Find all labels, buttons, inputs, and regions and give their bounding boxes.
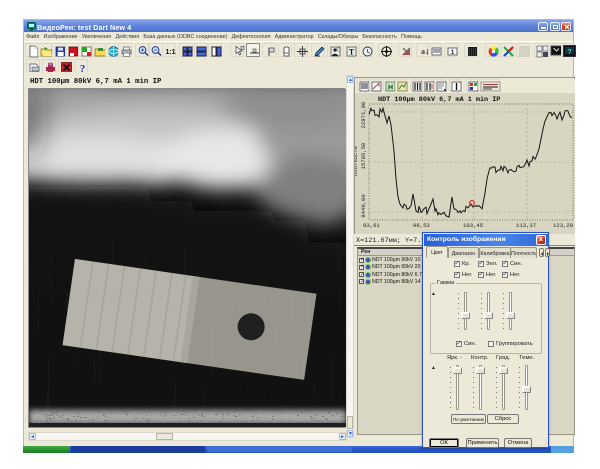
svg-text:98,53: 98,53 [413,222,430,229]
svg-text:123,29: 123,29 [553,222,573,229]
svg-text:93,61: 93,61 [363,222,380,229]
svg-text:HDT 100µm 80kV 6,7 mA 1 min IP: HDT 100µm 80kV 6,7 mA 1 min IP [378,96,500,104]
svg-text:a: a [421,47,425,56]
svg-text:113,37: 113,37 [516,222,536,229]
svg-text:1:1: 1:1 [165,49,175,56]
svg-text:103,45: 103,45 [463,222,483,229]
svg-text:8440,00: 8440,00 [360,194,367,218]
svg-text:Плотность: Плотность [355,146,359,176]
svg-text:?: ? [567,49,571,56]
svg-text:T: T [348,47,354,56]
svg-text:22971,00: 22971,00 [360,101,367,128]
svg-text:15705,50: 15705,50 [360,142,367,169]
svg-text:1: 1 [450,49,454,56]
svg-text:H: H [387,84,392,91]
